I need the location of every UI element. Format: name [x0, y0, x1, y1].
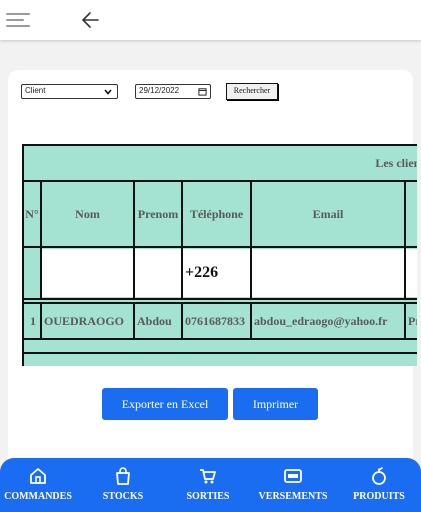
filter-bar: Client 29/12/2022 Rechercher — [21, 83, 411, 103]
telephone-filter-input[interactable]: +226 — [184, 249, 249, 297]
home-icon — [30, 468, 46, 484]
nav-item-versements[interactable]: VERSEMENTS — [251, 466, 335, 510]
nav-label: COMMANDES — [4, 491, 72, 502]
date-input-value: 29/12/2022 — [139, 86, 180, 95]
table-footer-row — [22, 352, 417, 366]
table-row[interactable]: 1 OUEDRAOGO Abdou 0761687833 abdou_edrao… — [22, 302, 417, 340]
search-button[interactable]: Rechercher — [226, 83, 278, 100]
cell-number: 1 — [22, 302, 42, 340]
back-arrow-icon[interactable] — [80, 9, 104, 31]
top-bar — [0, 0, 421, 40]
column-header-nom: Nom — [40, 180, 135, 248]
nav-item-produits[interactable]: PRODUITS — [337, 466, 421, 510]
column-header-extra — [403, 180, 417, 248]
calendar-icon[interactable] — [198, 87, 207, 96]
nav-item-commandes[interactable]: COMMANDES — [0, 466, 80, 510]
menu-icon[interactable] — [6, 13, 30, 27]
nav-label: PRODUITS — [353, 491, 405, 502]
nav-item-sorties[interactable]: SORTIES — [166, 466, 250, 510]
print-button[interactable]: Imprimer — [233, 388, 318, 420]
column-header-email: Email — [250, 180, 406, 248]
cell-email: abdou_edraogo@yahoo.fr — [250, 302, 406, 340]
extra-filter-input[interactable] — [407, 249, 417, 297]
nav-label: STOCKS — [102, 491, 144, 502]
email-filter-input[interactable] — [253, 249, 403, 297]
type-select-value: Client — [25, 86, 46, 95]
bottom-navigation: COMMANDES STOCKS SORTIES VERSEMENTS PROD… — [0, 458, 421, 512]
table-footer-row — [22, 338, 417, 354]
nav-label: VERSEMENTS — [258, 491, 328, 502]
nav-item-stocks[interactable]: STOCKS — [81, 466, 165, 510]
prenom-filter-input[interactable] — [136, 249, 180, 297]
cell-telephone: 0761687833 — [181, 302, 252, 340]
cell-prenom: Abdou — [133, 302, 183, 340]
visa-card-icon — [284, 469, 302, 483]
shopping-bag-icon — [116, 467, 130, 485]
date-input[interactable]: 29/12/2022 — [135, 84, 211, 99]
fruit-icon — [372, 467, 386, 485]
column-header-telephone: Téléphone — [181, 180, 252, 248]
type-select[interactable]: Client — [21, 84, 118, 99]
export-excel-button[interactable]: Exporter en Excel — [102, 388, 228, 420]
nav-label: SORTIES — [186, 491, 230, 502]
table-caption: Les clients — [22, 144, 417, 182]
column-header-prenom: Prenom — [133, 180, 183, 248]
nom-filter-input[interactable] — [43, 249, 132, 297]
clients-table: Les clients N° Nom Prenom Téléphone Emai… — [22, 144, 417, 366]
filter-cell-empty — [22, 246, 42, 300]
column-header-number: N° — [22, 180, 42, 248]
cell-extra: Pro — [403, 302, 417, 340]
cell-nom: OUEDRAOGO — [40, 302, 135, 340]
chevron-down-icon — [104, 89, 112, 95]
cart-icon — [200, 469, 216, 484]
